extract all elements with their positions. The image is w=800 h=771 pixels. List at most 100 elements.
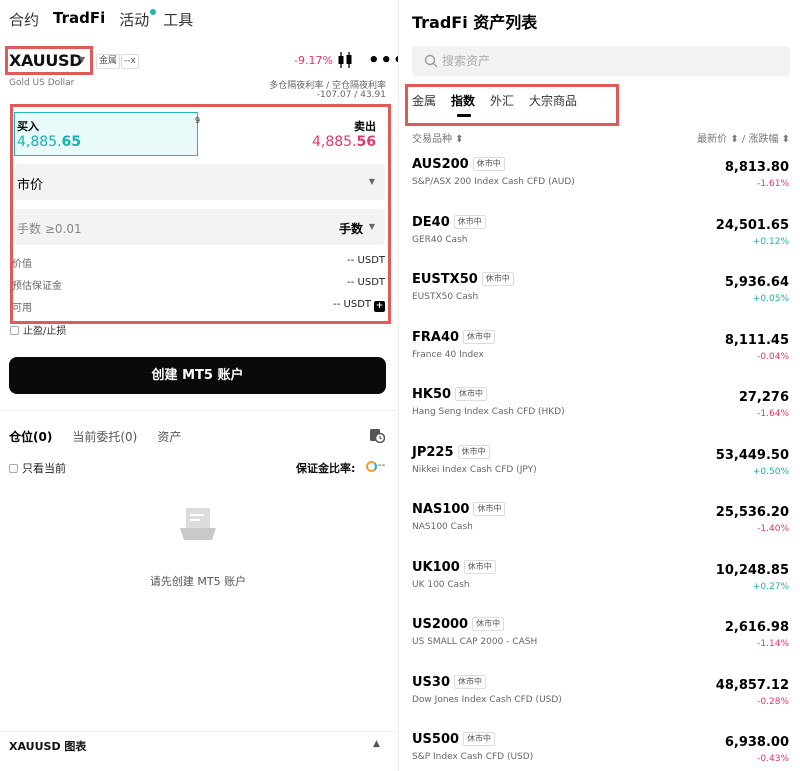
margin-ratio-icon (366, 461, 377, 472)
list-item[interactable]: US2000 休市中 US SMALL CAP 2000 - CASH 2,616.9… (412, 617, 790, 667)
history-icon[interactable] (369, 427, 385, 443)
sell-price-main: 4,885. (311, 134, 357, 150)
sell-label[interactable]: 卖出 (354, 118, 376, 134)
nav-events-label: 活动 (119, 11, 150, 29)
tab-assets[interactable]: 资产 (157, 428, 181, 445)
list-item[interactable]: US30 休市中 Dow Jones Index Cash CFD (USD) 48,… (412, 674, 790, 725)
margin-ratio-value: -- (378, 460, 386, 471)
search-icon (424, 54, 438, 68)
list-item[interactable]: UK100 休市中 UK 100 Cash 10,248.85 +0.27% (412, 559, 790, 610)
column-header: 交易品种 ⬍ 最新价 ⬍ / 涨跌幅 ⬍ (412, 130, 790, 145)
list-item[interactable]: DE40 休市中 GER40 Cash 24,501.65 +0.12% (412, 214, 790, 265)
asset-price: 8,813.80 (724, 160, 789, 175)
search-bar[interactable] (412, 46, 790, 76)
checkbox-icon[interactable] (10, 326, 19, 335)
nav-tools[interactable]: 工具 (163, 9, 193, 30)
candlestick-icon[interactable] (337, 51, 353, 69)
asset-symbol-text: FRA40 (412, 329, 460, 345)
divider (0, 410, 396, 411)
info-value: -- USDT (347, 255, 385, 266)
asset-change: -1.64% (757, 409, 789, 419)
asset-price: 8,111.45 (724, 332, 789, 348)
position-tabs: 仓位(0) 当前委托(0) 资产 (9, 428, 201, 445)
asset-change: -0.04% (757, 351, 789, 362)
asset-description: Dow Jones Index Cash CFD (USD) (412, 694, 562, 705)
quantity-field[interactable]: 手数 ≥0.01 手数 ▼ (14, 209, 385, 245)
asset-symbol: NAS100 休市中 (412, 502, 506, 517)
buy-label: 买入 (17, 120, 39, 133)
asset-price: 6,938.00 (724, 735, 789, 750)
list-item[interactable]: JP225 休市中 Nikkei Index Cash CFD (JPY) 53,44… (412, 444, 790, 495)
plus-icon[interactable]: + (374, 301, 385, 312)
overnight-rate-value: -107.07 / 43.91 (316, 90, 386, 100)
asset-symbol-text: DE40 (412, 214, 450, 230)
only-current-checkbox[interactable]: 只看当前 (9, 460, 66, 476)
chevron-up-icon[interactable]: ▲ (373, 739, 380, 749)
asset-description: EUSTX50 Cash (412, 292, 479, 302)
sort-price-change[interactable]: 最新价 ⬍ / 涨跌幅 ⬍ (697, 130, 790, 145)
chevron-down-icon: ▼ (368, 177, 375, 186)
empty-document-icon (180, 508, 216, 540)
tpsl-checkbox[interactable]: 止盈/止损 (10, 322, 66, 337)
asset-symbol: US2000 休市中 (412, 617, 505, 632)
nav-futures[interactable]: 合约 (9, 9, 39, 30)
tab-positions[interactable]: 仓位(0) (9, 428, 52, 445)
quantity-placeholder: 手数 ≥0.01 (17, 222, 82, 236)
market-closed-badge: 休市中 (455, 387, 488, 401)
asset-price: 10,248.85 (715, 562, 789, 578)
market-closed-badge: 休市中 (463, 559, 496, 574)
nav-events[interactable]: 活动 (119, 9, 157, 30)
info-value-row: 价值 -- USDT (12, 255, 385, 270)
asset-symbol-text: US2000 (412, 617, 469, 632)
asset-symbol: UK100 休市中 (412, 559, 496, 575)
asset-description: Nikkei Index Cash CFD (JPY) (412, 464, 537, 475)
info-value: -- USDT (333, 299, 371, 310)
sell-price[interactable]: 4,885.56 (312, 134, 376, 150)
checkbox-icon[interactable] (9, 464, 18, 473)
list-item[interactable]: NAS100 休市中 NAS100 Cash 25,536.20 -1.40% (412, 502, 790, 552)
list-item[interactable]: AUS200 休市中 S&P/ASX 200 Index Cash CFD (AUD… (412, 157, 790, 207)
list-item[interactable]: EUSTX50 休市中 EUSTX50 Cash 5,936.64 +0.05% (412, 272, 790, 322)
nav-tradfi[interactable]: TradFi (53, 9, 105, 30)
asset-price: 25,536.20 (715, 505, 789, 520)
tab-forex[interactable]: 外汇 (490, 92, 514, 109)
leverage-tag: --x (121, 54, 139, 69)
info-label: 价值 (12, 259, 32, 270)
market-closed-badge: 休市中 (473, 502, 506, 516)
symbol-selector[interactable]: XAUUSD (9, 51, 83, 70)
list-item[interactable]: US500 休市中 S&P Index Cash CFD (USD) 6,938.00… (412, 732, 790, 771)
asset-change: +0.50% (752, 466, 789, 477)
list-item[interactable]: FRA40 休市中 France 40 Index 8,111.45 -0.04% (412, 329, 790, 380)
tab-open-orders[interactable]: 当前委托(0) (72, 428, 137, 445)
search-input[interactable] (442, 46, 772, 76)
chevron-down-icon[interactable]: ▼ (79, 55, 85, 64)
asset-change: -0.43% (757, 754, 789, 764)
buy-price: 4,885.65 (17, 134, 81, 150)
asset-price: 2,616.98 (724, 620, 789, 635)
quantity-unit[interactable]: 手数 (339, 220, 363, 237)
tab-indices[interactable]: 指数 (451, 92, 475, 117)
asset-change: +0.05% (752, 294, 789, 304)
tab-commodities[interactable]: 大宗商品 (529, 92, 577, 109)
category-tabs: 金属 指数 外汇 大宗商品 (412, 92, 592, 117)
asset-description: Hang Seng Index Cash CFD (HKD) (412, 407, 565, 417)
sell-price-tail: 56 (356, 134, 376, 150)
sort-symbol[interactable]: 交易品种 ⬍ (412, 134, 464, 145)
margin-ratio-label: 保证金比率: (296, 462, 356, 475)
symbol-full-name: Gold US Dollar (9, 78, 75, 88)
chevron-down-icon[interactable]: ▼ (369, 222, 375, 231)
list-item[interactable]: HK50 休市中 Hang Seng Index Cash CFD (HKD) 27,… (412, 387, 790, 437)
chart-title: XAUUSD 图表 (9, 740, 87, 753)
asset-symbol: DE40 休市中 (412, 214, 486, 230)
market-closed-badge: 休市中 (472, 617, 505, 631)
asset-description: S&P/ASX 200 Index Cash CFD (AUD) (412, 177, 575, 187)
asset-symbol: US500 休市中 (412, 732, 496, 747)
tab-metals[interactable]: 金属 (412, 92, 436, 109)
order-type-select[interactable]: 市价 ▼ (14, 164, 385, 200)
asset-symbol: HK50 休市中 (412, 387, 488, 402)
asset-price: 48,857.12 (715, 677, 789, 693)
create-mt5-account-button[interactable]: 创建 MT5 账户 (9, 357, 386, 394)
asset-description: S&P Index Cash CFD (USD) (412, 752, 534, 762)
asset-symbol-text: US500 (412, 732, 460, 747)
market-closed-badge: 休市中 (472, 157, 505, 171)
